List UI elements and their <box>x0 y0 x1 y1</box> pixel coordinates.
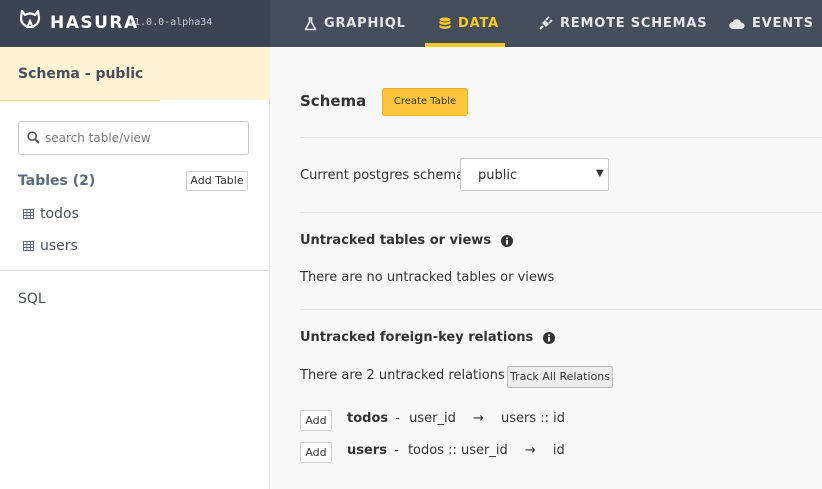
top-navbar: HASURA v1.0.0-alpha34 GRAPHIQL DATA REMO… <box>0 0 822 47</box>
cloud-icon <box>729 18 745 29</box>
search-input[interactable] <box>45 128 241 148</box>
nav-data-label: DATA <box>458 16 499 31</box>
brand-area[interactable]: HASURA v1.0.0-alpha34 <box>0 0 270 47</box>
sidebar-table-todos[interactable]: todos <box>23 204 79 224</box>
nav-events[interactable]: EVENTS <box>729 0 814 47</box>
schema-select[interactable]: public ▼ <box>460 158 609 191</box>
sidebar-table-label: users <box>40 238 78 254</box>
track-all-relations-button[interactable]: Track All Relations <box>507 366 613 388</box>
arrow-right-icon: → <box>472 411 484 426</box>
untracked-relations-message: There are 2 untracked relations <box>300 368 505 383</box>
sql-link[interactable]: SQL <box>18 291 46 307</box>
relation-table: todos <box>347 411 389 426</box>
relation-table: users <box>347 443 387 458</box>
hasura-logo-icon <box>19 9 41 29</box>
untracked-tables-message: There are no untracked tables or views <box>300 270 555 285</box>
divider <box>300 212 822 213</box>
nav-remote-schemas[interactable]: REMOTE SCHEMAS <box>538 0 707 47</box>
untracked-relations-title: Untracked foreign-key relations <box>300 330 534 345</box>
sidebar-table-users[interactable]: users <box>23 236 78 256</box>
untracked-tables-heading: Untracked tables or views <box>300 233 514 248</box>
relation-to: id <box>552 443 565 458</box>
relation-separator: - <box>395 411 400 426</box>
schema-header-divider <box>0 100 160 101</box>
add-table-button[interactable]: Add Table <box>186 171 248 191</box>
sidebar: Schema - public Tables (2) Add Table tod… <box>0 47 270 489</box>
schema-select-label: Current postgres schema <box>300 168 465 183</box>
info-icon[interactable] <box>501 234 514 247</box>
table-icon <box>23 209 34 219</box>
version-label: v1.0.0-alpha34 <box>128 17 213 28</box>
nav-events-label: EVENTS <box>752 16 814 31</box>
relation-separator: - <box>394 443 399 458</box>
plug-icon <box>539 16 553 30</box>
search-box[interactable] <box>18 121 249 155</box>
relation-from: user_id <box>409 411 456 426</box>
untracked-tables-title: Untracked tables or views <box>300 233 492 248</box>
arrow-right-icon: → <box>524 443 536 458</box>
sidebar-table-label: todos <box>40 206 79 222</box>
add-relation-button[interactable]: Add <box>300 410 332 431</box>
nav-data[interactable]: DATA <box>439 0 499 47</box>
schema-select-value: public <box>478 168 518 183</box>
database-icon <box>439 17 451 29</box>
divider <box>300 309 822 310</box>
nav-remote-schemas-label: REMOTE SCHEMAS <box>560 16 708 31</box>
schema-header: Schema - public <box>0 47 270 100</box>
schema-title: Schema - public <box>18 66 144 82</box>
sidebar-divider <box>0 270 270 271</box>
relation-row: users - todos :: user_id → id <box>347 443 565 463</box>
nav-graphiql-label: GRAPHIQL <box>324 16 406 31</box>
search-icon <box>27 131 40 144</box>
add-relation-button[interactable]: Add <box>300 442 332 463</box>
info-icon[interactable] <box>543 331 556 344</box>
nav-graphiql[interactable]: GRAPHIQL <box>304 0 406 47</box>
relation-row: todos - user_id → users :: id <box>347 411 565 431</box>
main-content: Schema Create Table Current postgres sch… <box>271 47 822 489</box>
relation-to: users :: id <box>501 411 566 426</box>
untracked-relations-heading: Untracked foreign-key relations <box>300 330 556 345</box>
page-title: Schema <box>300 92 367 110</box>
caret-down-icon: ▼ <box>596 168 604 179</box>
brand-name: HASURA <box>50 13 139 33</box>
tables-heading: Tables (2) <box>18 173 96 189</box>
relation-from: todos :: user_id <box>407 443 508 458</box>
divider <box>300 137 822 138</box>
table-icon <box>23 241 34 251</box>
flask-icon <box>304 16 317 30</box>
create-table-button[interactable]: Create Table <box>382 88 468 116</box>
